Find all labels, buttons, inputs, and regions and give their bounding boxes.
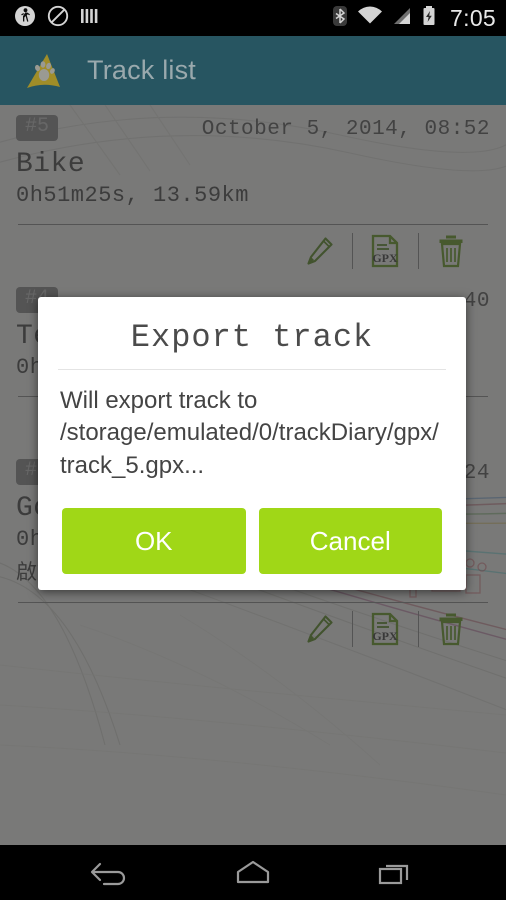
status-bar-right-icons: 7:05	[332, 5, 496, 32]
battery-charging-icon	[421, 5, 437, 32]
status-bar-left-icons	[14, 5, 100, 32]
status-bar-clock: 7:05	[450, 4, 496, 31]
wifi-icon	[357, 6, 383, 31]
page-title: Track list	[87, 55, 196, 85]
walking-person-icon	[14, 5, 36, 32]
dialog-message: Will export track to /storage/emulated/0…	[60, 387, 439, 479]
dialog-button-row: OK Cancel	[38, 486, 466, 575]
back-icon[interactable]	[71, 852, 151, 894]
export-track-dialog: Export track Will export track to /stora…	[38, 297, 466, 591]
ok-button[interactable]: OK	[62, 508, 246, 575]
action-bar: Track list	[0, 36, 506, 105]
cellular-signal-icon	[392, 6, 412, 31]
status-bar: 7:05	[0, 0, 506, 36]
app-logo-icon[interactable]	[22, 51, 64, 91]
android-navigation-bar	[0, 845, 506, 900]
home-icon[interactable]	[213, 852, 293, 894]
dialog-title: Export track	[130, 319, 374, 356]
do-not-disturb-icon	[47, 5, 69, 32]
recents-icon[interactable]	[355, 852, 435, 894]
bars-icon	[80, 5, 100, 32]
cancel-button[interactable]: Cancel	[258, 508, 442, 575]
bluetooth-icon	[332, 5, 348, 32]
